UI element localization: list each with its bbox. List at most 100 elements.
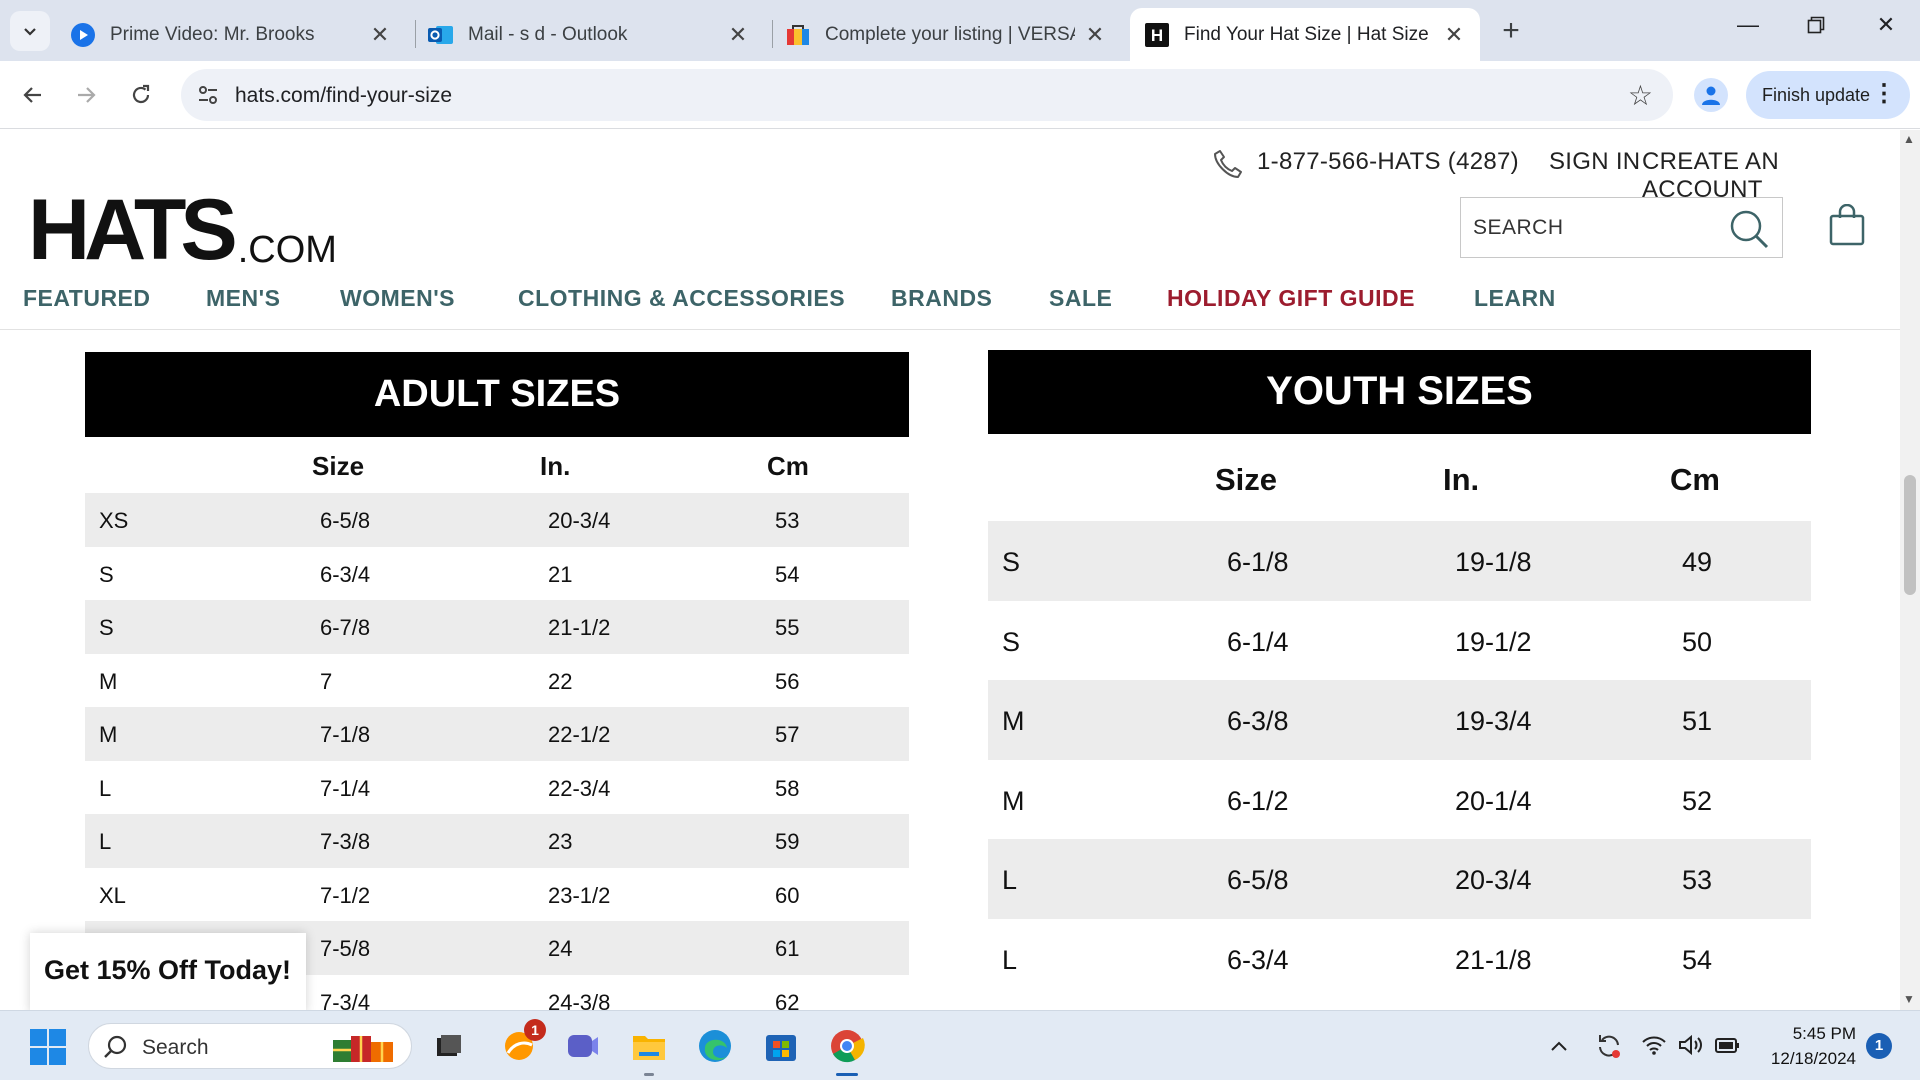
cell-cm: 59 bbox=[775, 829, 800, 854]
sign-in-link[interactable]: SIGN IN bbox=[1549, 148, 1640, 176]
cell-size: 6-5/8 bbox=[1227, 865, 1289, 895]
profile-avatar[interactable] bbox=[1694, 78, 1728, 112]
nav-sale[interactable]: SALE bbox=[1049, 285, 1112, 312]
tab-search-button[interactable] bbox=[10, 11, 50, 51]
sync-icon[interactable] bbox=[1594, 1031, 1624, 1067]
hats-favicon-icon: H bbox=[1144, 22, 1170, 48]
nav-holiday-gift-guide[interactable]: HOLIDAY GIFT GUIDE bbox=[1167, 285, 1415, 312]
column-header-cm: Cm bbox=[1670, 462, 1720, 497]
site-search-input[interactable] bbox=[1473, 214, 1713, 242]
reload-button[interactable] bbox=[123, 77, 159, 113]
page-content: 1-877-566-HATS (4287) SIGN IN CREATE AN … bbox=[0, 130, 1900, 1010]
table-row: M 6-1/2 20-1/4 52 bbox=[988, 760, 1811, 840]
column-header-size: Size bbox=[1215, 462, 1278, 497]
cell-inches: 20-1/4 bbox=[1455, 785, 1532, 816]
edge-app-icon[interactable] bbox=[694, 1025, 736, 1067]
back-button[interactable] bbox=[15, 77, 51, 113]
cell-inches: 19-1/2 bbox=[1455, 626, 1532, 657]
cell-cm: 61 bbox=[775, 936, 800, 961]
windows-start-icon[interactable] bbox=[30, 1029, 66, 1070]
site-settings-icon[interactable] bbox=[195, 82, 221, 113]
notification-count-badge[interactable]: 1 bbox=[1866, 1033, 1892, 1059]
tab-title: Prime Video: Mr. Brooks bbox=[110, 23, 315, 45]
restore-icon[interactable] bbox=[1796, 12, 1836, 40]
task-view-app-icon[interactable] bbox=[428, 1025, 470, 1067]
person-icon bbox=[1702, 86, 1720, 105]
reload-icon bbox=[132, 84, 150, 104]
nav-mens[interactable]: MEN'S bbox=[206, 285, 280, 312]
nav-brands[interactable]: BRANDS bbox=[891, 285, 992, 312]
tab-listing[interactable]: Complete your listing | VERSACI ✕ bbox=[771, 8, 1121, 61]
close-icon[interactable]: ✕ bbox=[1083, 22, 1107, 48]
new-tab-button[interactable]: + bbox=[1494, 14, 1528, 48]
volume-icon[interactable] bbox=[1677, 1033, 1705, 1063]
finish-update-button[interactable]: Finish update ⋮ bbox=[1746, 71, 1910, 119]
cell-inches: 24-3/8 bbox=[548, 989, 611, 1011]
chrome-app-icon[interactable] bbox=[826, 1025, 868, 1076]
listing-icon bbox=[785, 22, 811, 48]
logo-suffix-text: .COM bbox=[237, 229, 337, 271]
close-icon[interactable]: ✕ bbox=[726, 22, 750, 48]
cell-inches: 23 bbox=[548, 829, 573, 854]
discount-promo-button[interactable]: Get 15% Off Today! bbox=[30, 933, 306, 1010]
cell-inches: 23-1/2 bbox=[548, 882, 611, 908]
cell-label: M bbox=[1002, 706, 1025, 736]
table-row: S 6-3/4 21 54 bbox=[85, 547, 909, 601]
phone-number[interactable]: 1-877-566-HATS (4287) bbox=[1257, 148, 1519, 176]
nav-featured[interactable]: FEATURED bbox=[23, 285, 151, 312]
cell-label: XL bbox=[99, 882, 126, 908]
nav-learn[interactable]: LEARN bbox=[1474, 285, 1556, 312]
table-row: S 6-1/4 19-1/2 50 bbox=[988, 601, 1811, 681]
cell-label: L bbox=[99, 829, 112, 854]
taskbar-search-box[interactable]: Search bbox=[88, 1023, 412, 1069]
tab-title: Find Your Hat Size | Hat Size Ch bbox=[1184, 23, 1434, 45]
address-bar[interactable]: hats.com/find-your-size ☆ bbox=[181, 69, 1673, 121]
cell-cm: 50 bbox=[1682, 626, 1713, 657]
close-icon[interactable]: ✕ bbox=[1442, 22, 1466, 48]
minimize-icon[interactable]: — bbox=[1728, 12, 1768, 38]
tab-hats-active[interactable]: H Find Your Hat Size | Hat Size Ch ✕ bbox=[1130, 8, 1480, 61]
more-menu-icon[interactable]: ⋮ bbox=[1872, 79, 1896, 108]
cell-label: M bbox=[1002, 785, 1025, 816]
notifications-app-icon[interactable]: 1 bbox=[498, 1019, 546, 1067]
system-clock[interactable]: 5:45 PM 12/18/2024 bbox=[1756, 1021, 1856, 1071]
app-badge-count: 1 bbox=[524, 1019, 546, 1041]
youth-column-headers: Size In. Cm bbox=[988, 434, 1811, 521]
cell-inches: 22-1/2 bbox=[548, 722, 611, 747]
nav-womens[interactable]: WOMEN'S bbox=[340, 285, 455, 312]
wifi-icon[interactable] bbox=[1641, 1033, 1667, 1063]
create-account-link[interactable]: CREATE AN ACCOUNT bbox=[1642, 148, 1900, 204]
page-scrollbar[interactable]: ▲ ▼ bbox=[1900, 130, 1920, 1010]
scroll-down-arrow-icon[interactable]: ▼ bbox=[1903, 992, 1915, 1006]
store-app-icon[interactable] bbox=[760, 1025, 802, 1067]
cell-size: 6-5/8 bbox=[320, 508, 371, 533]
cell-inches: 22 bbox=[548, 668, 573, 694]
tab-prime-video[interactable]: Prime Video: Mr. Brooks ✕ bbox=[56, 8, 406, 61]
forward-button[interactable] bbox=[68, 77, 104, 113]
teams-app-icon[interactable] bbox=[562, 1025, 604, 1067]
cell-cm: 58 bbox=[775, 775, 800, 801]
browser-tab-strip: Prime Video: Mr. Brooks ✕ Mail - s d - O… bbox=[0, 0, 1920, 61]
cell-inches: 20-3/4 bbox=[548, 508, 611, 533]
battery-icon[interactable] bbox=[1714, 1033, 1742, 1063]
close-window-icon[interactable]: ✕ bbox=[1866, 12, 1906, 38]
cell-cm: 60 bbox=[775, 882, 800, 908]
tab-outlook[interactable]: Mail - s d - Outlook ✕ bbox=[414, 8, 764, 61]
column-header-size: Size bbox=[312, 451, 365, 481]
finish-update-label: Finish update bbox=[1762, 84, 1871, 105]
hats-logo[interactable]: HATS .COM bbox=[28, 187, 337, 273]
shopping-bag-icon[interactable] bbox=[1828, 203, 1866, 251]
cell-cm: 54 bbox=[1682, 944, 1713, 975]
scrollbar-thumb[interactable] bbox=[1904, 475, 1916, 595]
nav-clothing-accessories[interactable]: CLOTHING & ACCESSORIES bbox=[518, 285, 845, 312]
file-explorer-app-icon[interactable] bbox=[628, 1025, 670, 1076]
scroll-up-arrow-icon[interactable]: ▲ bbox=[1903, 132, 1915, 146]
cell-size: 7-3/8 bbox=[320, 829, 371, 854]
show-hidden-icons-chevron-up-icon[interactable] bbox=[1548, 1035, 1570, 1063]
bookmark-star-icon[interactable]: ☆ bbox=[1628, 79, 1653, 112]
cell-size: 7-3/4 bbox=[320, 989, 371, 1011]
cell-label: S bbox=[1002, 626, 1021, 657]
cell-label: L bbox=[1002, 865, 1018, 895]
close-icon[interactable]: ✕ bbox=[368, 22, 392, 48]
search-icon[interactable] bbox=[1728, 208, 1770, 255]
